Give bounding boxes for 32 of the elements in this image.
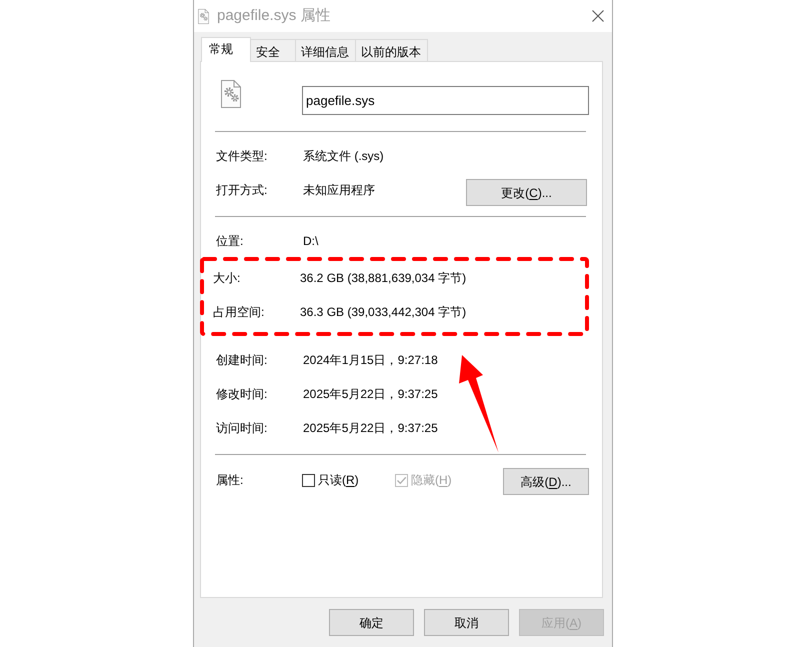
checkbox[interactable] [302,474,315,486]
close-icon[interactable] [592,10,604,22]
field-value: 未知应用程序 [303,182,375,199]
field-label: 打开方式: [216,182,268,199]
field-value: 2025年5月22日，9:37:25 [303,386,438,403]
field-label: 位置: [216,233,244,250]
advanced-button[interactable]: 高级(D)... [503,468,589,495]
file-name-field[interactable]: pagefile.sys [302,86,589,115]
ok-button[interactable]: 确定 [329,609,414,636]
tab[interactable]: 详细信息 [295,39,356,61]
field-value: 系统文件 (.sys) [303,148,384,165]
field-label: 创建时间: [216,352,268,369]
field-value: 2024年1月15日，9:27:18 [303,352,438,369]
field-value: D:\ [303,233,318,250]
checkbox-label[interactable]: 只读(R) [318,471,359,489]
field-label: 文件类型: [216,148,268,165]
tab[interactable]: 以前的版本 [355,39,428,61]
cancel-button[interactable]: 取消 [424,609,509,636]
field-value: 36.2 GB (38,881,639,034 字节) [300,270,466,287]
window-title: pagefile.sys 属性 [217,6,330,26]
file-gears-icon [198,8,209,24]
field-label: 访问时间: [216,420,268,437]
field-label: 修改时间: [216,386,268,403]
change-button[interactable]: 更改(C)... [466,179,587,206]
file-gears-icon [221,80,241,108]
field-label: 大小: [213,270,242,287]
field-value: 36.3 GB (39,033,442,304 字节) [300,304,466,321]
field-label: 占用空间: [213,304,266,321]
field-value: 2025年5月22日，9:37:25 [303,420,438,437]
tab[interactable]: 安全 [250,39,296,61]
field-label: 属性: [216,472,244,489]
tab[interactable]: 常规 [201,37,251,62]
